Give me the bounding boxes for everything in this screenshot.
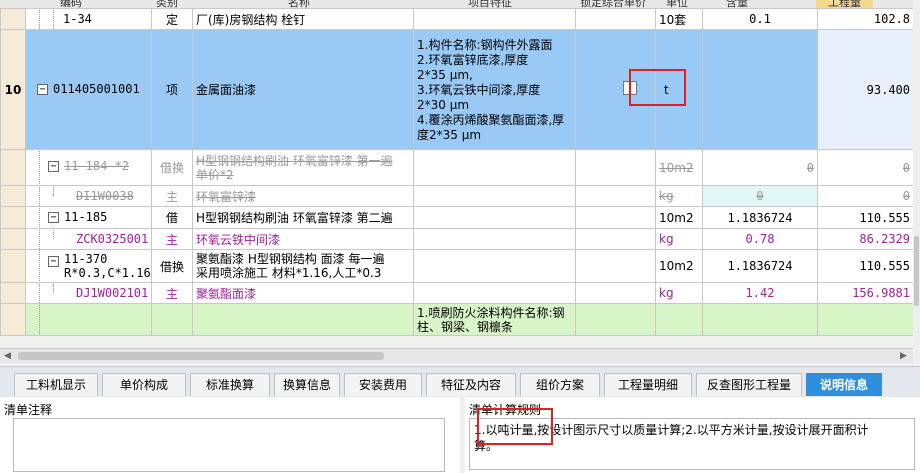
row-code: 011405001001: [53, 82, 140, 96]
row-name: H型钢钢结构刷油 环氧富锌漆 第一遍: [196, 153, 393, 168]
row-name: 环氧富锌漆: [192, 185, 414, 207]
header-unit: 单位: [666, 0, 688, 8]
vertical-scroll-thumb[interactable]: [914, 236, 919, 306]
tab-conversion-info[interactable]: 换算信息: [274, 373, 340, 396]
row-qty: 0: [817, 185, 914, 207]
notes-textarea[interactable]: [13, 418, 445, 472]
collapse-toggle-icon[interactable]: −: [48, 161, 59, 172]
row-name: 聚氨酯面漆: [192, 282, 414, 304]
vertical-scrollbar[interactable]: [913, 0, 920, 362]
notes-panel: 清单注释: [0, 397, 460, 473]
bottom-tab-bar: 工料机显示 单价构成 标准换算 换算信息 安装费用 特征及内容 组价方案 工程量…: [0, 366, 920, 397]
row-type: 借: [151, 206, 193, 229]
row-name: 金属面油漆: [192, 29, 414, 150]
table-row[interactable]: ZCK0325001 主 环氧云铁中间漆 kg 0.78 86.2329: [0, 228, 914, 250]
table-row[interactable]: −11-370 R*0.3,C*1.16 借换 聚氨酯漆 H型钢钢结构 面漆 每一…: [0, 249, 914, 283]
row-content: 1.1836724: [702, 206, 818, 229]
row-qty: 110.555: [817, 206, 914, 229]
row-code: ZCK0325001: [76, 232, 149, 246]
tab-description[interactable]: 说明信息: [806, 373, 882, 396]
row-code: 11-185: [64, 210, 108, 224]
row-unit: kg: [655, 228, 703, 250]
table-row[interactable]: DI1W0038 主 环氧富锌漆 kg 0 0: [0, 185, 914, 207]
row-content: 0: [702, 185, 818, 207]
row-content: 0.1: [702, 8, 818, 30]
highlight-box-rule: [477, 408, 553, 445]
row-feature: 1.喷刷防火涂料构件名称:钢 柱、钢梁、钢檩条: [413, 303, 576, 336]
tab-pricing-scheme[interactable]: 组价方案: [520, 373, 600, 396]
row-unit: 10m2: [655, 249, 703, 283]
collapse-toggle-icon[interactable]: −: [48, 212, 59, 223]
row-code-modifier: R*0.3,C*1.16: [64, 266, 151, 280]
row-content: 0: [702, 149, 818, 186]
notes-title: 清单注释: [4, 403, 53, 417]
header-lock-price: 锁定综合单价: [580, 0, 646, 8]
row-code: 11-184 *2: [64, 159, 130, 173]
horizontal-scroll-thumb[interactable]: [18, 352, 384, 360]
header-content: 含量: [726, 0, 748, 8]
row-unit: 10m2: [655, 149, 703, 186]
row-code: DI1W0038: [76, 189, 134, 203]
scroll-left-icon[interactable]: ◀: [4, 351, 11, 361]
row-type: 借换: [151, 149, 193, 186]
row-name: 聚氨酯漆 H型钢钢结构 面漆 每一遍: [196, 252, 385, 266]
row-qty: 102.8: [817, 8, 914, 30]
tab-install-fee[interactable]: 安装费用: [344, 373, 422, 396]
row-name: 环氧云铁中间漆: [192, 228, 414, 250]
collapse-toggle-icon[interactable]: −: [37, 84, 48, 95]
header-name: 名称: [288, 0, 310, 8]
row-code: DJ1W002101: [76, 286, 149, 300]
highlight-box-unit: [629, 69, 686, 106]
tab-material-display[interactable]: 工料机显示: [14, 373, 98, 396]
tab-unit-price[interactable]: 单价构成: [102, 373, 186, 396]
tab-reverse-lookup[interactable]: 反查图形工程量: [696, 373, 802, 396]
table-row-selected[interactable]: 10 −011405001001 项 金属面油漆 1.构件名称:钢构件外露面 2…: [0, 29, 914, 150]
row-unit: kg: [655, 185, 703, 207]
table-row[interactable]: −11-184 *2 借换 H型钢钢结构刷油 环氧富锌漆 第一遍 单价*2 10m…: [0, 149, 914, 186]
row-content: 1.42: [702, 282, 818, 304]
table-row[interactable]: −11-185 借 H型钢钢结构刷油 环氧富锌漆 第二遍 10m2 1.1836…: [0, 206, 914, 229]
header-qty: 工程量: [816, 0, 873, 8]
row-name-cont: 采用喷涂施工 材料*1.16,人工*0.3: [196, 266, 382, 280]
row-name: H型钢钢结构刷油 环氧富锌漆 第二遍: [192, 206, 414, 229]
row-type: 主: [151, 228, 193, 250]
row-type: 借换: [151, 249, 193, 283]
collapse-toggle-icon[interactable]: −: [48, 256, 59, 267]
row-type: 定: [151, 8, 193, 30]
scroll-right-icon[interactable]: ▶: [900, 351, 907, 361]
row-feature: 1.构件名称:钢构件外露面 2.环氧富锌底漆,厚度 2*35 μm, 3.环氧云…: [413, 29, 576, 150]
table-row[interactable]: 1-34 定 厂(库)房钢结构 栓钉 10套 0.1 102.8: [0, 8, 914, 30]
table-row[interactable]: DJ1W002101 主 聚氨酯面漆 kg 1.42 156.9881: [0, 282, 914, 304]
row-qty: 156.9881: [817, 282, 914, 304]
row-qty: 110.555: [817, 249, 914, 283]
row-number: 10: [0, 29, 26, 150]
column-header-strip: 编码 类别 名称 项目特征 锁定综合单价 单位 含量 工程量: [0, 0, 913, 8]
row-type: 主: [151, 185, 193, 207]
row-content: 0.78: [702, 228, 818, 250]
row-code: 11-370: [64, 252, 108, 266]
row-qty[interactable]: 93.400: [817, 29, 914, 150]
row-content: 1.1836724: [702, 249, 818, 283]
row-qty: 0: [817, 149, 914, 186]
header-feature: 项目特征: [468, 0, 512, 8]
row-type: 主: [151, 282, 193, 304]
header-code: 编码: [60, 0, 82, 8]
row-qty: 86.2329: [817, 228, 914, 250]
horizontal-scrollbar[interactable]: ◀ ▶: [0, 348, 913, 363]
row-name-cont: 单价*2: [196, 167, 234, 182]
bill-grid: 1-34 定 厂(库)房钢结构 栓钉 10套 0.1 102.8 10 −011…: [0, 8, 914, 336]
header-type: 类别: [156, 0, 178, 8]
row-name: 厂(库)房钢结构 栓钉: [192, 8, 414, 30]
row-unit: kg: [655, 282, 703, 304]
tab-standard-conversion[interactable]: 标准换算: [190, 373, 270, 396]
tab-quantity-detail[interactable]: 工程量明细: [604, 373, 692, 396]
tab-features[interactable]: 特征及内容: [426, 373, 516, 396]
row-unit: 10m2: [655, 206, 703, 229]
row-type: 项: [151, 29, 193, 150]
row-code: 1-34: [63, 12, 92, 26]
row-unit: 10套: [655, 8, 703, 30]
table-row[interactable]: 1.喷刷防火涂料构件名称:钢 柱、钢梁、钢檩条: [0, 303, 914, 336]
